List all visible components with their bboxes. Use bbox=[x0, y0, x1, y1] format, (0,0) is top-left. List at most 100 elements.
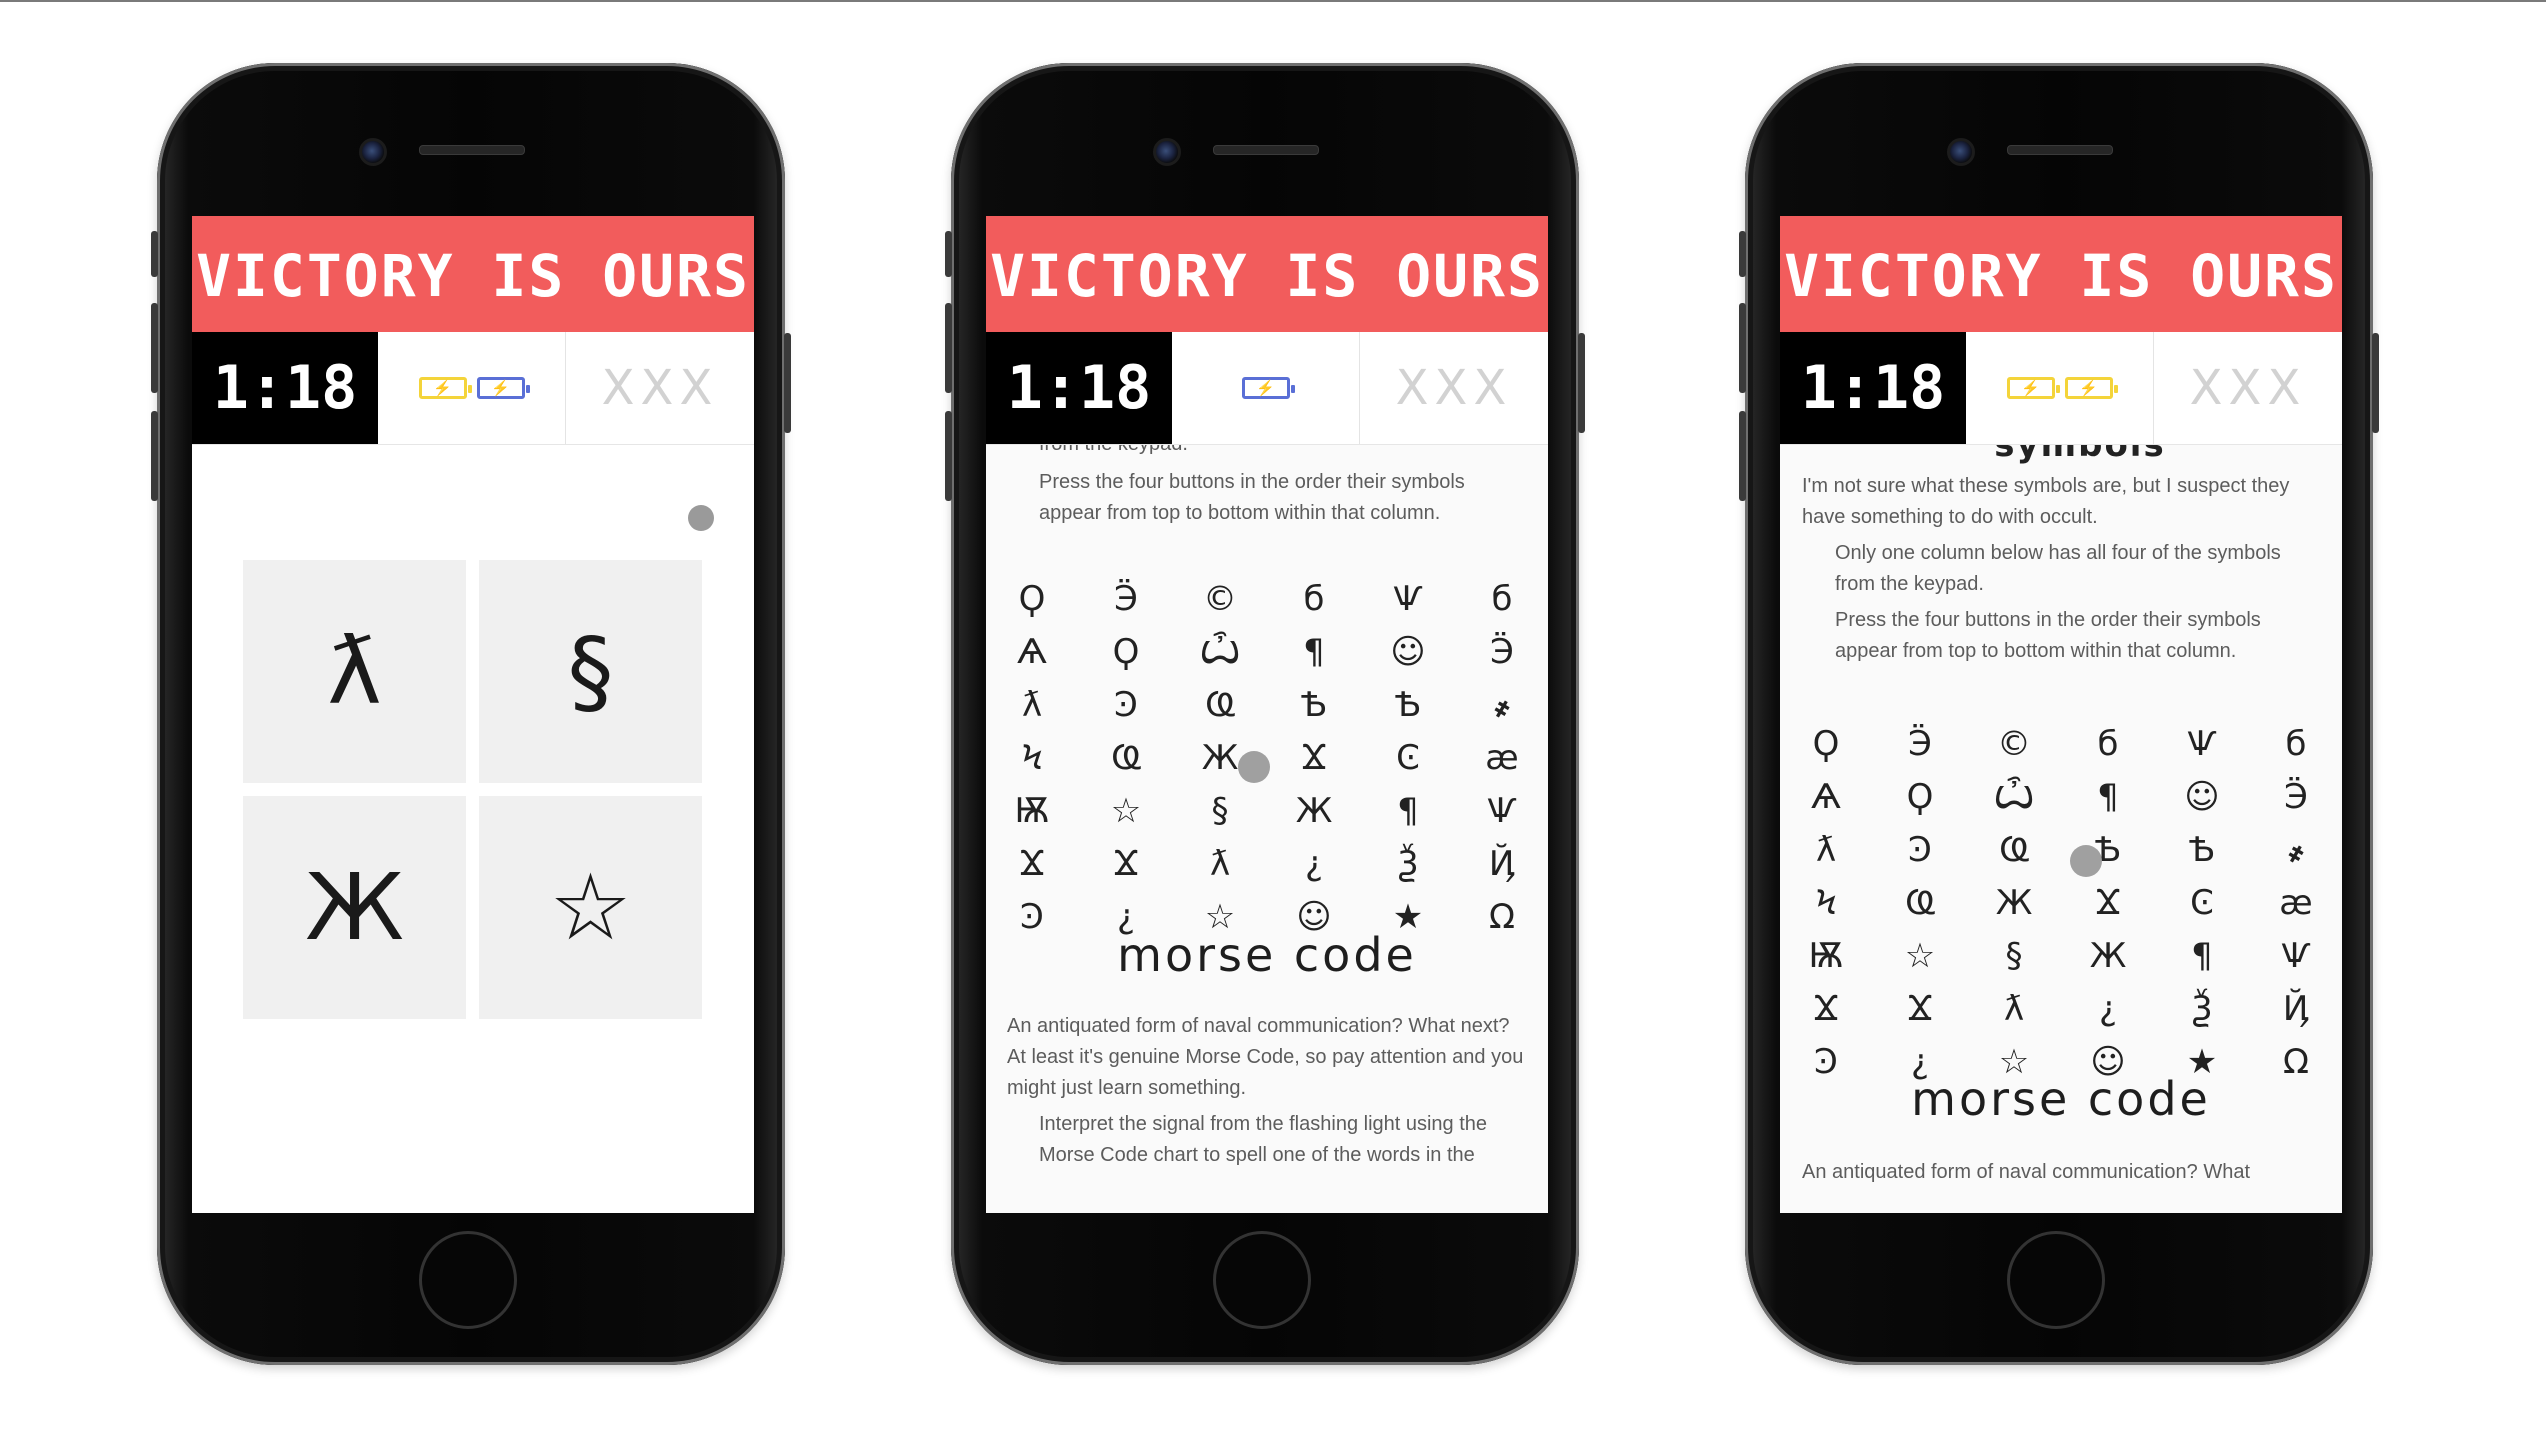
symbol-grid-row: Ϟ Ҩ Ж Ϫ Ͼæ bbox=[1798, 877, 2324, 930]
phone-keypad-view: VICTORY IS OURS 1:18 ⚡ ⚡ XXX ƛ § Ж ☆ bbox=[151, 63, 791, 1365]
symbol-grid-row: ƛ Ͽ Ҩ Ѣ Ѣ ҂ bbox=[1004, 679, 1530, 732]
symbol-cell: Ϫ bbox=[1112, 844, 1140, 884]
battery-charge-icon: ⚡ bbox=[2006, 377, 2060, 399]
front-camera bbox=[1947, 138, 1975, 166]
symbols-instruction-column: Only one column below has all four of th… bbox=[1835, 542, 2281, 595]
symbol-cell: Ѯ bbox=[2191, 989, 2213, 1029]
battery-indicators: ⚡ ⚡ bbox=[378, 332, 566, 444]
countdown-timer: 1:18 bbox=[192, 332, 378, 444]
symbol-cell: ☺ bbox=[1390, 632, 1426, 672]
symbol-grid-row: Ѧ Ϙ Ѽ ¶ ☺ Ӭ bbox=[1004, 626, 1530, 679]
strike-counter: XXX bbox=[1395, 360, 1513, 416]
symbol-cell: Ѱ bbox=[1393, 579, 1423, 619]
countdown-timer: 1:18 bbox=[986, 332, 1172, 444]
phone-screen: VICTORY IS OURS 1:18 ⚡ XXX from the keyp… bbox=[986, 216, 1548, 1213]
volume-down-button bbox=[945, 411, 952, 501]
symbol-cell: § bbox=[1211, 791, 1229, 831]
symbol-grid-row: Ϫ Ϫƛ ¿ Ѯ Ҋ bbox=[1798, 983, 2324, 1036]
symbol-cell: æ bbox=[1485, 738, 1519, 778]
symbol-cell: Ѱ bbox=[2187, 724, 2217, 764]
symbol-cell: Ϙ bbox=[1018, 579, 1046, 619]
front-camera bbox=[359, 138, 387, 166]
symbol-cell: Ѧ bbox=[1811, 777, 1841, 817]
earpiece-speaker bbox=[2007, 145, 2113, 155]
symbol-cell: Ҩ bbox=[1999, 830, 2029, 870]
symbol-cell: Ѽ bbox=[1993, 777, 2035, 817]
volume-down-button bbox=[151, 411, 158, 501]
phone-screen: VICTORY IS OURS 1:18 ⚡ ⚡ XXX ƛ § Ж ☆ bbox=[192, 216, 754, 1213]
symbol-cell: ☆ bbox=[1110, 791, 1142, 831]
victory-banner: VICTORY IS OURS bbox=[192, 216, 754, 332]
home-button[interactable] bbox=[2007, 1231, 2105, 1329]
keypad-button-3[interactable]: Ж bbox=[243, 796, 466, 1019]
home-button[interactable] bbox=[1213, 1231, 1311, 1329]
mute-switch bbox=[945, 231, 952, 277]
symbol-cell: Ӭ bbox=[1114, 579, 1138, 619]
front-camera bbox=[1153, 138, 1181, 166]
symbol-grid-row: Ѭ ☆ § Ж ¶ Ѱ bbox=[1004, 785, 1530, 838]
symbol-cell: Ѣ bbox=[1300, 685, 1328, 725]
symbol-cell: Ж bbox=[1295, 791, 1333, 831]
symbol-cell: ƛ bbox=[1021, 685, 1043, 725]
touch-indicator bbox=[2070, 845, 2102, 877]
symbol-grid-row: Ϙ Ӭ © б Ѱб bbox=[1004, 573, 1530, 626]
manual-text-partial: from the keypad. bbox=[1039, 445, 1519, 460]
manual-scroll-area[interactable]: from the keypad. Press the four buttons … bbox=[986, 445, 1548, 1213]
symbol-grid-row: Ѭ ☆ § Ж ¶ Ѱ bbox=[1798, 930, 2324, 983]
battery-indicators: ⚡ bbox=[1172, 332, 1360, 444]
battery-charge-icon: ⚡ bbox=[418, 377, 472, 399]
symbol-cell: Ж bbox=[1995, 883, 2033, 923]
battery-indicators: ⚡ ⚡ bbox=[1966, 332, 2154, 444]
symbol-cell: Ϙ bbox=[1812, 724, 1840, 764]
phone-screen: VICTORY IS OURS 1:18 ⚡ ⚡ XXX symbols I'm… bbox=[1780, 216, 2342, 1213]
top-divider-line bbox=[0, 0, 2546, 2]
bolt-icon: ⚡ bbox=[433, 379, 452, 397]
power-button bbox=[784, 333, 791, 433]
symbol-cell: Ϟ bbox=[1814, 883, 1838, 923]
bolt-icon: ⚡ bbox=[491, 379, 510, 397]
keypad-button-2[interactable]: § bbox=[479, 560, 702, 783]
symbol-cell: ¶ bbox=[1303, 632, 1325, 672]
morse-intro-partial: An antiquated form of naval communicatio… bbox=[1802, 1161, 2251, 1183]
symbol-cell: © bbox=[1203, 579, 1237, 619]
symbol-cell: Ҩ bbox=[1205, 685, 1235, 725]
morse-code-heading: morse code bbox=[1117, 928, 1417, 982]
symbol-cell: ƛ bbox=[1209, 844, 1231, 884]
victory-banner: VICTORY IS OURS bbox=[1780, 216, 2342, 332]
symbol-cell: © bbox=[1997, 724, 2031, 764]
keypad-module: ƛ § Ж ☆ bbox=[192, 445, 754, 1213]
strike-counter: XXX bbox=[2189, 360, 2307, 416]
symbol-cell: ☆ bbox=[1904, 936, 1936, 976]
power-button bbox=[1578, 333, 1585, 433]
symbols-instruction-order: Press the four buttons in the order thei… bbox=[1835, 609, 2261, 662]
symbol-cell: Ͼ bbox=[1396, 738, 1420, 778]
symbol-cell: æ bbox=[2279, 883, 2313, 923]
symbol-grid-row: Ϫ Ϫƛ ¿ Ѯ Ҋ bbox=[1004, 838, 1530, 891]
bolt-icon: ⚡ bbox=[2079, 379, 2098, 397]
keypad-button-4[interactable]: ☆ bbox=[479, 796, 702, 1019]
symbol-cell: Ӭ bbox=[2284, 777, 2308, 817]
symbol-cell: Ѯ bbox=[1397, 844, 1419, 884]
volume-down-button bbox=[1739, 411, 1746, 501]
symbol-cell: Ҩ bbox=[1905, 883, 1935, 923]
symbol-grid-row: Ϙ Ӭ © б Ѱб bbox=[1798, 718, 2324, 771]
symbol-cell: Ҩ bbox=[1111, 738, 1141, 778]
home-button[interactable] bbox=[419, 1231, 517, 1329]
keypad-button-1[interactable]: ƛ bbox=[243, 560, 466, 783]
symbol-cell: ƛ bbox=[1815, 830, 1837, 870]
symbol-cell: Ҋ bbox=[2282, 989, 2310, 1029]
manual-scroll-area[interactable]: symbols I'm not sure what these symbols … bbox=[1780, 445, 2342, 1213]
symbol-cell: Ϫ bbox=[1018, 844, 1046, 884]
symbol-cell: Ϫ bbox=[1300, 738, 1328, 778]
victory-banner: VICTORY IS OURS bbox=[986, 216, 1548, 332]
symbol-cell: б bbox=[1303, 579, 1325, 619]
symbol-cell: Ҋ bbox=[1488, 844, 1516, 884]
volume-up-button bbox=[1739, 303, 1746, 393]
morse-intro: An antiquated form of naval communicatio… bbox=[1007, 1015, 1524, 1099]
battery-charge-icon: ⚡ bbox=[476, 377, 530, 399]
symbol-cell: Ж bbox=[2089, 936, 2127, 976]
phone-manual-view: VICTORY IS OURS 1:18 ⚡ XXX from the keyp… bbox=[945, 63, 1585, 1365]
symbol-cell: ¿ bbox=[2098, 989, 2118, 1029]
battery-charge-icon: ⚡ bbox=[1241, 377, 1295, 399]
phone-manual-symbols-view: VICTORY IS OURS 1:18 ⚡ ⚡ XXX symbols I'm… bbox=[1739, 63, 2379, 1365]
